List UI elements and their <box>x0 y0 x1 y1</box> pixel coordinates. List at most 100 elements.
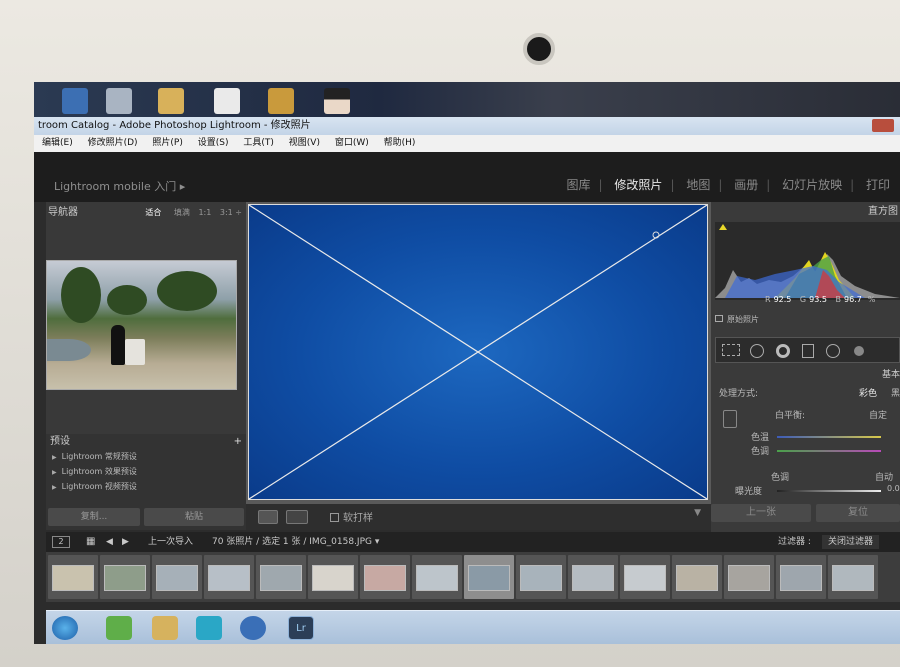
soft-proof-toggle[interactable]: 软打样 <box>330 509 373 524</box>
filmstrip-thumbnail[interactable] <box>672 555 722 599</box>
radial-filter-icon[interactable] <box>826 344 840 358</box>
filmstrip-thumbnail[interactable] <box>152 555 202 599</box>
module-library[interactable]: 图库 <box>567 178 591 192</box>
loupe-view-button[interactable] <box>258 510 278 524</box>
browser-icon[interactable] <box>106 616 132 640</box>
forward-arrow-icon[interactable]: ▶ <box>122 532 129 552</box>
red-eye-icon[interactable] <box>776 344 790 358</box>
filmstrip-thumbnail[interactable] <box>256 555 306 599</box>
filter-select[interactable]: 关闭过滤器 <box>822 535 880 549</box>
zoom-1-1[interactable]: 1:1 <box>198 208 211 217</box>
paste-button[interactable]: 粘贴 <box>144 508 244 526</box>
image-canvas <box>246 202 711 510</box>
tone-auto-button[interactable]: 自动 <box>875 470 893 483</box>
filmstrip-thumbnail[interactable] <box>412 555 462 599</box>
module-slideshow[interactable]: 幻灯片放映 <box>782 178 842 192</box>
zoom-3-1[interactable]: 3:1 ÷ <box>220 208 242 217</box>
preset-folder[interactable]: ▶ Lightroom 视频预设 <box>46 480 246 495</box>
filmstrip-thumbnail-selected[interactable] <box>464 555 514 599</box>
treatment-row: 处理方式: 彩色 黑 <box>715 386 900 402</box>
window-title: troom Catalog - Adobe Photoshop Lightroo… <box>38 120 311 131</box>
menu-view[interactable]: 视图(V) <box>289 138 320 148</box>
filmstrip-thumbnail[interactable] <box>308 555 358 599</box>
grid-icon[interactable]: ▦ <box>86 532 95 552</box>
filmstrip-thumbnail[interactable] <box>568 555 618 599</box>
ie-icon[interactable] <box>240 616 266 640</box>
missing-image-placeholder[interactable] <box>248 204 708 500</box>
copy-button[interactable]: 复制... <box>48 508 140 526</box>
filmstrip-bar: 2 ▦ ◀ ▶ 上一次导入 70 张照片 / 选定 1 张 / IMG_0158… <box>46 532 900 552</box>
menu-tools[interactable]: 工具(T) <box>243 138 274 148</box>
filmstrip-thumbnail[interactable] <box>724 555 774 599</box>
module-develop[interactable]: 修改照片 <box>614 178 662 192</box>
lightroom-taskbar-button[interactable]: Lr <box>288 616 314 640</box>
preset-folder[interactable]: ▶ Lightroom 效果预设 <box>46 465 246 480</box>
preset-folder[interactable]: ▶ Lightroom 常规预设 <box>46 450 246 465</box>
photo-count[interactable]: 70 张照片 / 选定 1 张 / IMG_0158.JPG ▾ <box>212 532 379 552</box>
zoom-fit[interactable]: 适合 <box>145 208 161 217</box>
r-label: R <box>765 295 771 304</box>
module-map[interactable]: 地图 <box>686 178 710 192</box>
folder-icon[interactable] <box>152 616 178 640</box>
crop-icon[interactable] <box>722 344 740 356</box>
temp-slider[interactable] <box>777 436 881 438</box>
wb-value-select[interactable]: 自定 <box>869 408 887 421</box>
filmstrip-thumbnail[interactable] <box>48 555 98 599</box>
filmstrip-thumbnail[interactable] <box>620 555 670 599</box>
filmstrip-thumbnail[interactable] <box>516 555 566 599</box>
menu-photo[interactable]: 照片(P) <box>152 138 182 148</box>
filmstrip-thumbnail[interactable] <box>776 555 826 599</box>
navigator-header[interactable]: 导航器 适合 填满 1:1 3:1 ÷ <box>46 202 246 224</box>
presets-header[interactable]: 预设 + <box>46 434 246 450</box>
menu-help[interactable]: 帮助(H) <box>384 138 416 148</box>
before-after-button[interactable] <box>286 510 308 524</box>
app-icon[interactable] <box>196 616 222 640</box>
eyedropper-icon[interactable] <box>723 410 737 428</box>
navigator-preview[interactable] <box>46 260 237 390</box>
soft-proof-label: 软打样 <box>343 513 373 524</box>
clipping-warning-icon[interactable] <box>719 224 727 230</box>
add-preset-button[interactable]: + <box>234 434 242 450</box>
filmstrip-thumbnail[interactable] <box>360 555 410 599</box>
exposure-slider[interactable] <box>777 490 881 492</box>
folder-icon[interactable] <box>158 88 184 114</box>
module-print[interactable]: 打印 <box>866 178 890 192</box>
filmstrip-thumbnail[interactable] <box>100 555 150 599</box>
menu-edit[interactable]: 编辑(E) <box>42 138 73 148</box>
desktop-icon-row <box>34 82 900 117</box>
filmstrip-thumbnail[interactable] <box>828 555 878 599</box>
menu-settings[interactable]: 设置(S) <box>198 138 229 148</box>
start-button[interactable] <box>52 616 78 640</box>
zoom-fill[interactable]: 填满 <box>174 208 190 217</box>
spot-removal-icon[interactable] <box>750 344 764 358</box>
secondary-window-button[interactable]: 2 <box>52 536 70 548</box>
tint-slider[interactable] <box>777 450 881 452</box>
source-label[interactable]: 上一次导入 <box>148 532 193 552</box>
preset-folder-label: Lightroom 常规预设 <box>61 452 137 461</box>
document-icon[interactable] <box>214 88 240 114</box>
folder-icon[interactable] <box>268 88 294 114</box>
mobile-link[interactable]: Lightroom mobile 入门 ▸ <box>54 178 185 194</box>
tone-label: 色调 <box>771 473 790 483</box>
treatment-bw-option[interactable]: 黑 <box>891 386 900 399</box>
original-photo-toggle[interactable]: 原始照片 <box>715 314 759 325</box>
close-window-button[interactable] <box>872 119 894 132</box>
photo-shortcut-icon[interactable] <box>324 88 350 114</box>
desktop-icon[interactable] <box>62 88 88 114</box>
treatment-color-option[interactable]: 彩色 <box>859 386 877 399</box>
recycle-bin-icon[interactable] <box>106 88 132 114</box>
previous-button[interactable]: 上一张 <box>711 504 811 522</box>
right-buttons: 上一张 复位 <box>711 504 900 528</box>
left-buttons: 复制... 粘贴 <box>46 508 246 528</box>
back-arrow-icon[interactable]: ◀ <box>106 532 113 552</box>
adjustment-brush-icon[interactable] <box>854 346 864 356</box>
module-book[interactable]: 画册 <box>734 178 758 192</box>
chevron-down-icon[interactable]: ▼ <box>694 508 701 518</box>
reset-button[interactable]: 复位 <box>816 504 900 522</box>
histogram-header[interactable]: 直方图 <box>711 202 900 222</box>
menu-window[interactable]: 窗口(W) <box>335 138 369 148</box>
basic-header[interactable]: 基本 <box>715 367 900 380</box>
menu-develop[interactable]: 修改照片(D) <box>88 138 138 148</box>
graduated-filter-icon[interactable] <box>802 344 814 358</box>
filmstrip-thumbnail[interactable] <box>204 555 254 599</box>
